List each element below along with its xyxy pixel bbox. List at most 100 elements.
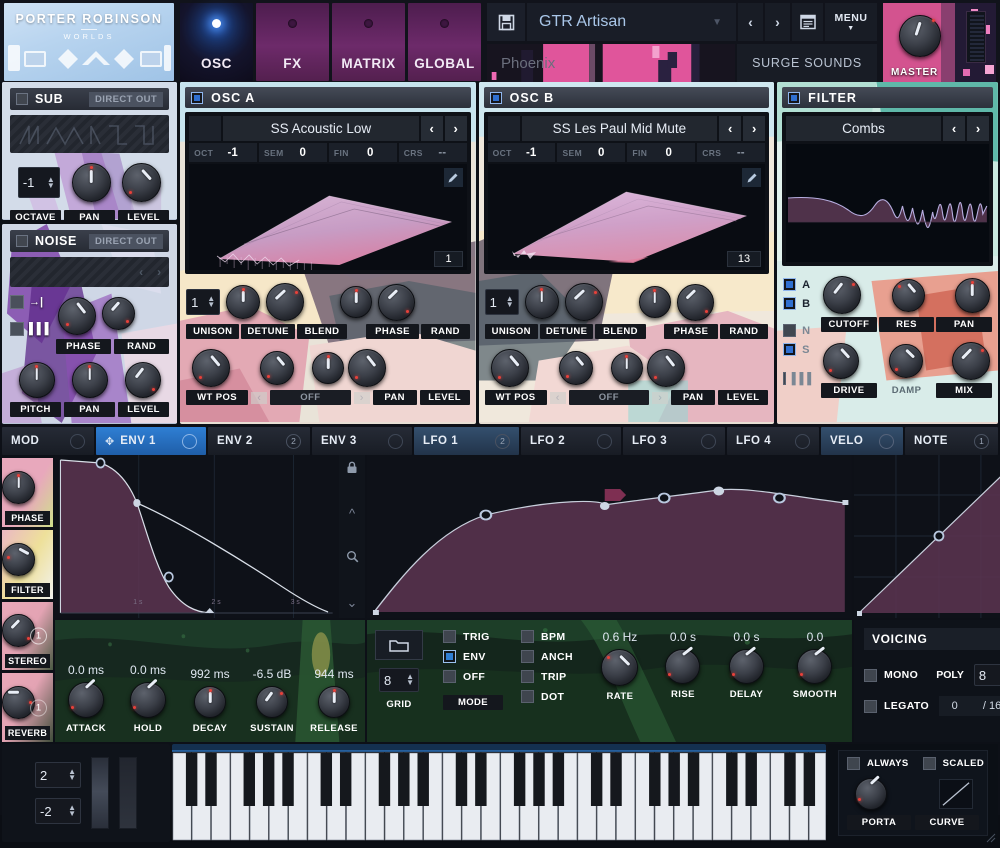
lfo-dot-checkbox[interactable] <box>521 690 534 703</box>
lfo-smooth-control[interactable]: 0.0 SMOOTH <box>784 630 846 702</box>
env-hold-control[interactable]: 0.0 ms HOLD <box>117 663 179 734</box>
osc-b-unison-stepper[interactable]: 1 ▲▼ <box>485 289 519 315</box>
filter-keytrack[interactable]: ▌▌▌ <box>783 372 815 385</box>
filter-type-next[interactable]: › <box>967 116 989 141</box>
sub-octave-control[interactable]: -1 ▲▼ <box>18 167 60 198</box>
osc-b-wavetable-next[interactable]: › <box>743 116 765 141</box>
patch-bank[interactable]: SURGE SOUNDS <box>737 44 877 82</box>
noise-direct-out-button[interactable]: DIRECT OUT <box>89 234 163 249</box>
tab-global[interactable]: GLOBAL <box>408 3 481 81</box>
filter-enable-checkbox[interactable] <box>788 92 800 104</box>
osc-b-warp-mode[interactable]: OFF <box>569 390 650 405</box>
osc-a-edit-wavetable-icon[interactable] <box>444 168 463 187</box>
tab-matrix[interactable]: MATRIX <box>332 3 405 81</box>
env-attack-knob[interactable] <box>68 682 104 718</box>
osc-b-fin-cell[interactable]: FIN 0 <box>627 143 695 162</box>
env-attack-control[interactable]: 0.0 ms ATTACK <box>55 663 117 734</box>
env-release-control[interactable]: 944 ms RELEASE <box>303 667 365 734</box>
osc-a-warp-next[interactable]: › <box>354 392 370 404</box>
lfo-grid-stepper[interactable]: 8 ▲▼ <box>379 668 419 692</box>
chevron-up-icon[interactable]: ^ <box>349 505 355 523</box>
lfo-trip-checkbox[interactable] <box>521 670 534 683</box>
tab-env-2[interactable]: ENV 2 2 <box>208 427 310 455</box>
sub-level-knob[interactable] <box>122 163 161 202</box>
tab-env-3[interactable]: ENV 3 <box>312 427 412 455</box>
filter-type-prev[interactable]: ‹ <box>943 116 965 141</box>
osc-b-crs-cell[interactable]: CRS -- <box>697 143 765 162</box>
lfo-sync-anch[interactable]: ANCH <box>521 650 573 663</box>
osc-b-wavetable-menu-button[interactable] <box>488 116 520 141</box>
osc-a-level-knob[interactable] <box>348 349 386 387</box>
next-patch-button[interactable]: › <box>765 3 790 41</box>
envelope-curve-canvas[interactable]: 1 s 2 s 3 s <box>55 455 339 618</box>
porta-scaled-row[interactable]: SCALED <box>923 757 984 770</box>
porta-scaled-checkbox[interactable] <box>923 757 936 770</box>
osc-b-pan-knob[interactable] <box>611 352 643 384</box>
osc-a-warp-mode[interactable]: OFF <box>270 390 351 405</box>
osc-a-wavetable-prev[interactable]: ‹ <box>421 116 443 141</box>
filter-damp-knob[interactable] <box>889 344 923 378</box>
filter-drive-knob[interactable] <box>823 343 859 379</box>
velocity-curve-canvas[interactable] <box>854 455 1000 618</box>
filter-route-n-checkbox[interactable] <box>783 324 796 337</box>
filter-route-s-checkbox[interactable] <box>783 343 796 356</box>
osc-b-level-knob[interactable] <box>647 349 685 387</box>
mod-source-filter[interactable]: FILTER <box>2 530 53 599</box>
osc-a-rand-knob[interactable] <box>378 284 415 321</box>
voicing-poly-stepper[interactable]: 8 ▲▼ <box>974 664 1000 686</box>
osc-a-phase-knob[interactable] <box>340 286 372 318</box>
env-sustain-knob[interactable] <box>256 686 288 718</box>
osc-b-sem-cell[interactable]: SEM 0 <box>557 143 625 162</box>
osc-b-wavetable-prev[interactable]: ‹ <box>719 116 741 141</box>
lfo-curve-canvas[interactable] <box>367 455 852 618</box>
filter-type-name[interactable]: Combs <box>786 116 941 141</box>
osc-a-warp-knob[interactable] <box>260 351 294 385</box>
noise-pitch-knob[interactable] <box>19 362 55 398</box>
osc-a-wtpos-knob[interactable] <box>192 349 230 387</box>
noise-phase-knob[interactable] <box>58 297 96 335</box>
lfo-mode-off[interactable]: OFF <box>443 670 503 683</box>
tab-mod[interactable]: MOD <box>2 427 94 455</box>
modulation-tab-bar[interactable]: MOD ✥ ENV 1 ENV 2 2 ENV 3 LFO 1 2 LFO 2 … <box>2 427 998 455</box>
lfo-sync-trip[interactable]: TRIP <box>521 670 573 683</box>
tab-lfo-1[interactable]: LFO 1 2 <box>414 427 519 455</box>
mod-source-phase[interactable]: PHASE <box>2 458 53 527</box>
filter-pan-knob[interactable] <box>955 278 990 313</box>
prev-patch-button[interactable]: ‹ <box>738 3 763 41</box>
osc-a-wavetable-menu-button[interactable] <box>189 116 221 141</box>
osc-a-frame-index[interactable]: 1 <box>434 251 462 267</box>
osc-b-oct-cell[interactable]: OCT -1 <box>488 143 556 162</box>
porta-curve-display[interactable] <box>939 779 973 809</box>
noise-level-knob[interactable] <box>125 362 161 398</box>
osc-b-frame-index[interactable]: 13 <box>727 251 761 267</box>
filter-route-s[interactable]: S <box>783 343 815 356</box>
tab-fx[interactable]: FX <box>256 3 329 81</box>
tab-osc[interactable]: OSC <box>180 3 253 81</box>
tab-note[interactable]: NOTE 1 <box>905 427 998 455</box>
porta-always-checkbox[interactable] <box>847 757 860 770</box>
env-sustain-control[interactable]: -6.5 dB SUSTAIN <box>241 667 303 734</box>
patch-name-display[interactable]: GTR Artisan ▼ <box>527 3 736 41</box>
osc-b-edit-wavetable-icon[interactable] <box>742 168 761 187</box>
lfo-rise-knob[interactable] <box>665 649 700 684</box>
lfo-rise-control[interactable]: 0.0 s RISE <box>657 630 709 702</box>
menu-button[interactable]: MENU ▼ <box>825 3 877 41</box>
voicing-legato-checkbox[interactable] <box>864 700 877 713</box>
chevron-down-icon[interactable]: ⌄ <box>347 594 358 612</box>
sub-direct-out-button[interactable]: DIRECT OUT <box>89 92 163 107</box>
lfo-sync-bpm[interactable]: BPM <box>521 630 573 643</box>
lfo-sync-dot[interactable]: DOT <box>521 690 573 703</box>
noise-rand-knob[interactable] <box>102 297 135 330</box>
mod-filter-knob[interactable] <box>2 543 35 576</box>
lfo-anch-checkbox[interactable] <box>521 650 534 663</box>
noise-enable-checkbox[interactable] <box>16 235 28 247</box>
resize-handle[interactable] <box>986 830 996 840</box>
save-button[interactable] <box>487 3 525 41</box>
lfo-delay-knob[interactable] <box>729 649 764 684</box>
filter-response-graph[interactable] <box>786 144 989 262</box>
main-nav-tabs[interactable]: OSC FX MATRIX GLOBAL <box>180 3 481 82</box>
sub-enable-checkbox[interactable] <box>16 93 28 105</box>
bend-down-stepper[interactable]: -2 ▲▼ <box>35 798 81 824</box>
lfo-mode-off-checkbox[interactable] <box>443 670 456 683</box>
mod-phase-knob[interactable] <box>2 471 35 504</box>
